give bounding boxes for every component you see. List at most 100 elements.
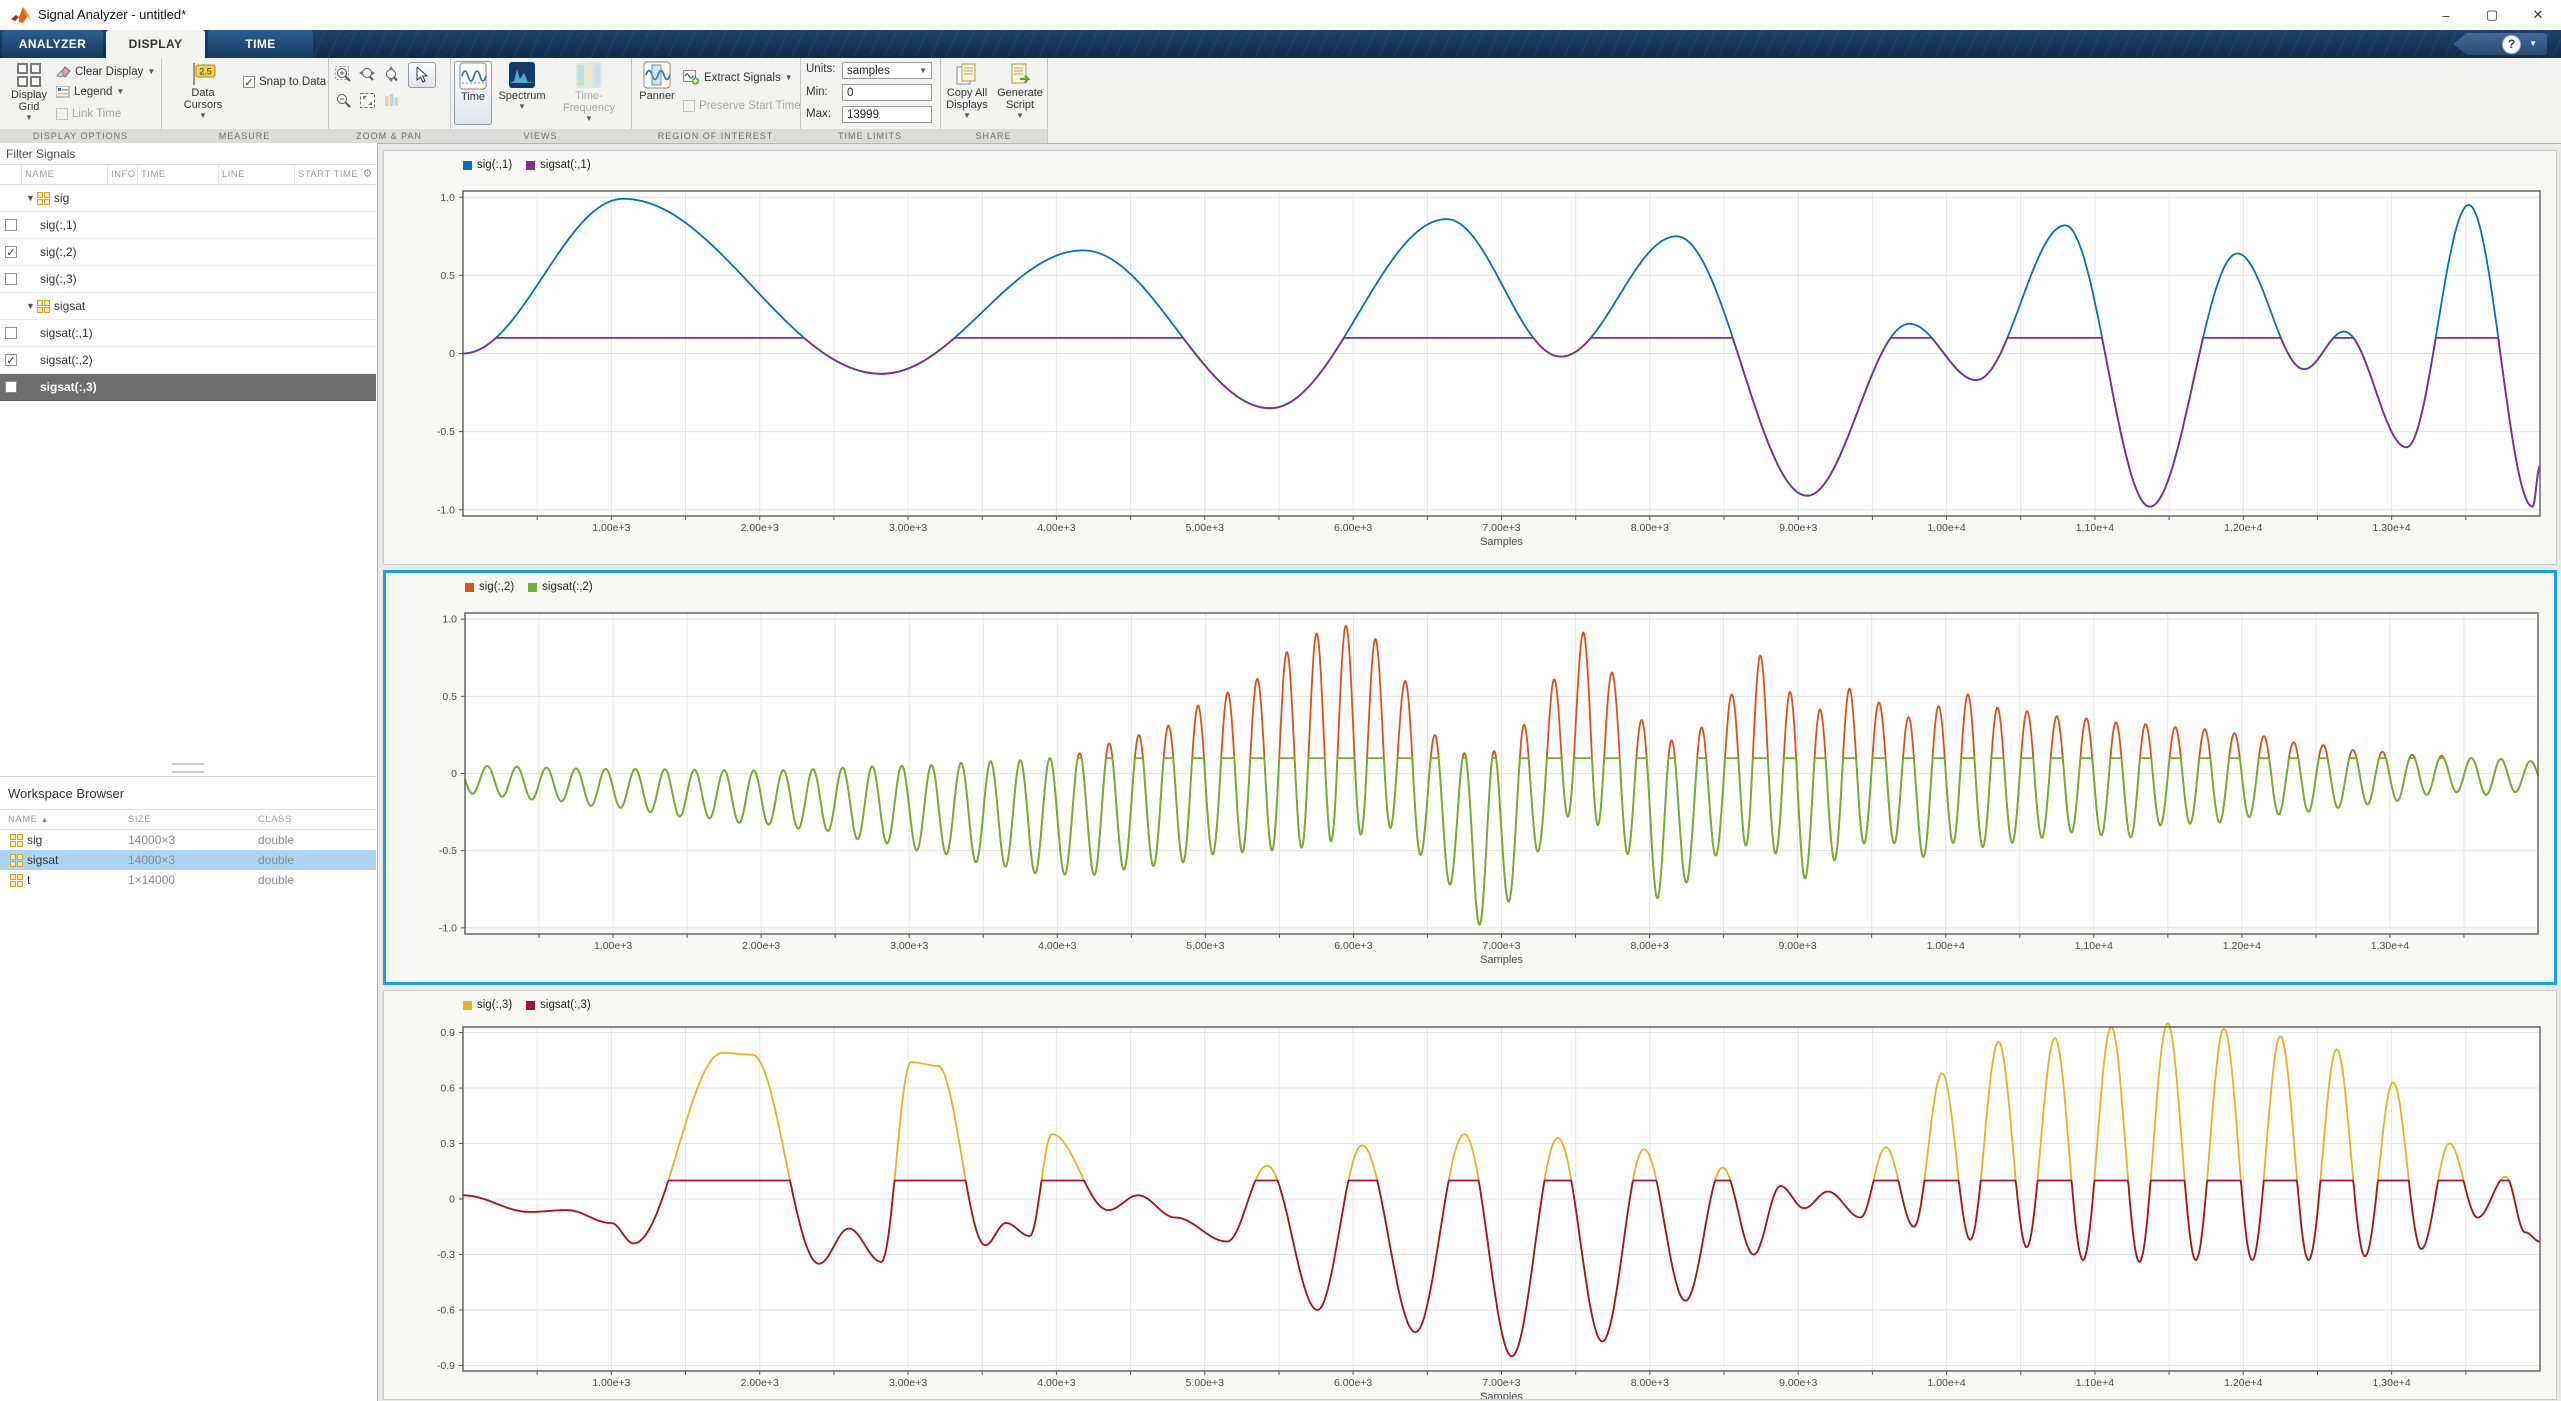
snap-to-data-checkbox-box[interactable]: ✓: [243, 76, 255, 88]
header-line[interactable]: LINE: [219, 165, 295, 184]
legend-entry[interactable]: sig(:,2): [465, 581, 514, 593]
snap-to-data-label: Snap to Data: [259, 76, 326, 88]
filter-signals-header: NAME INFO TIME LINE START TIME ⚙: [0, 164, 376, 185]
close-button[interactable]: ✕: [2515, 0, 2561, 30]
maximize-button[interactable]: ▢: [2469, 0, 2515, 30]
x-tick-label: 1.00e+3: [592, 1377, 630, 1389]
display-3-time-plot[interactable]: 0.90.60.30-0.3-0.6-0.91.00e+32.00e+33.00…: [383, 990, 2557, 1400]
expand-triangle-icon[interactable]: ▼: [26, 301, 35, 311]
extract-signals-button[interactable]: Extract Signals ▼: [683, 70, 793, 85]
x-tick-label: 6.00e+3: [1334, 1377, 1372, 1389]
section-label-views: VIEWS: [450, 129, 631, 143]
signal-visibility-checkbox[interactable]: [5, 273, 17, 285]
x-tick-label: 1.10e+4: [2075, 940, 2113, 952]
tab-time[interactable]: TIME: [208, 30, 313, 58]
time-view-button[interactable]: Time: [454, 61, 492, 125]
legend-entry[interactable]: sigsat(:,3): [526, 999, 591, 1011]
header-checkbox-col: [0, 165, 22, 184]
snap-to-data-checkbox[interactable]: ✓ Snap to Data: [243, 76, 326, 88]
pointer-tool-button[interactable]: [408, 62, 436, 88]
zoom-y-icon: [383, 66, 400, 83]
legend-label: sigsat(:,3): [540, 999, 591, 1011]
y-tick-label: -1.0: [439, 922, 457, 934]
tab-analyzer[interactable]: ANALYZER: [2, 30, 103, 58]
x-tick-label: 9.00e+3: [1779, 940, 1817, 952]
ws-header-size[interactable]: SIZE: [120, 814, 250, 825]
signal-row[interactable]: ✓ sig(:,2): [0, 239, 376, 266]
y-tick-label: 0: [449, 348, 455, 360]
x-tick-label: 7.00e+3: [1482, 1377, 1520, 1389]
fit-to-view-button[interactable]: [356, 90, 378, 111]
x-tick-label: 1.30e+4: [2373, 1377, 2411, 1389]
panel-splitter-handle[interactable]: [172, 763, 204, 773]
panner-button[interactable]: Panner: [637, 61, 677, 102]
min-input[interactable]: 0: [842, 84, 932, 101]
units-select[interactable]: samples ▼: [842, 62, 932, 79]
x-axis-label: Samples: [1480, 954, 1523, 966]
workspace-variable-row[interactable]: sigsat 14000×3 double: [0, 850, 376, 870]
expand-triangle-icon[interactable]: ▼: [26, 193, 35, 203]
copy-all-displays-button[interactable]: Copy All Displays ▼: [942, 62, 992, 120]
display-2-time-plot[interactable]: 1.00.50-0.5-1.01.00e+32.00e+33.00e+34.00…: [383, 570, 2557, 985]
time-waveform-icon: [459, 62, 487, 90]
workspace-browser-header: NAME ▲ SIZE CLASS: [0, 809, 376, 830]
spectrum-view-button[interactable]: Spectrum ▼: [496, 61, 548, 111]
header-name[interactable]: NAME: [22, 165, 108, 184]
legend-entry[interactable]: sigsat(:,1): [526, 159, 591, 171]
copy-documents-icon: [955, 62, 979, 86]
window-title: Signal Analyzer - untitled*: [38, 7, 186, 22]
tab-display[interactable]: DISPLAY: [106, 30, 205, 58]
workspace-variable-row[interactable]: sig 14000×3 double: [0, 830, 376, 850]
generate-script-button[interactable]: Generate Script ▼: [995, 62, 1045, 120]
zoom-x-button[interactable]: [356, 64, 378, 85]
legend-entry[interactable]: sig(:,3): [463, 999, 512, 1011]
signal-row[interactable]: ✓ sigsat(:,2): [0, 347, 376, 374]
max-value: 13999: [847, 109, 879, 121]
ws-header-class[interactable]: CLASS: [250, 814, 376, 825]
signal-visibility-checkbox[interactable]: [5, 327, 17, 339]
signal-group-row[interactable]: ▼ sig: [0, 185, 376, 212]
chevron-down-icon: ▼: [25, 114, 33, 122]
zoom-out-button[interactable]: [332, 90, 354, 111]
y-tick-label: -0.9: [437, 1360, 455, 1372]
legend-swatch: [465, 583, 474, 592]
y-tick-label: 0.3: [440, 1138, 455, 1150]
zoom-y-button[interactable]: [380, 64, 402, 85]
data-cursors-label: Data Cursors: [175, 87, 231, 111]
chevron-down-icon: ▼: [585, 115, 593, 123]
signal-visibility-checkbox[interactable]: ✓: [5, 246, 17, 258]
x-tick-label: 1.20e+4: [2224, 522, 2262, 534]
ribbon: Display Grid ▼ Clear Display ▼ Legend ▼ …: [0, 58, 2561, 144]
help-button[interactable]: ? ▼: [2453, 33, 2547, 55]
signal-row[interactable]: sig(:,3): [0, 266, 376, 293]
pointer-arrow-icon: [415, 67, 429, 83]
extract-signals-icon: [683, 70, 700, 85]
signal-group-row[interactable]: ▼ sigsat: [0, 293, 376, 320]
signal-row[interactable]: sigsat(:,1): [0, 320, 376, 347]
signal-visibility-checkbox[interactable]: ✓: [5, 354, 17, 366]
x-tick-label: 5.00e+3: [1186, 940, 1224, 952]
gear-icon[interactable]: ⚙: [363, 165, 373, 184]
header-time[interactable]: TIME: [138, 165, 219, 184]
chevron-down-icon: ▼: [919, 67, 927, 75]
clear-display-button[interactable]: Clear Display ▼: [56, 65, 155, 78]
max-input[interactable]: 13999: [842, 106, 932, 123]
signal-visibility-checkbox[interactable]: [5, 219, 17, 231]
workspace-variable-row[interactable]: t 1×14000 double: [0, 870, 376, 890]
display-1-time-plot[interactable]: 1.00.50-0.5-1.01.00e+32.00e+33.00e+34.00…: [383, 150, 2557, 565]
signal-row[interactable]: sigsat(:,3): [0, 374, 376, 401]
display-grid-button[interactable]: Display Grid ▼: [6, 62, 52, 122]
signal-visibility-checkbox[interactable]: [5, 381, 17, 393]
legend-entry[interactable]: sig(:,1): [463, 159, 512, 171]
copy-all-displays-label: Copy All Displays: [942, 87, 992, 111]
zoom-in-button[interactable]: [332, 64, 354, 85]
chevron-down-icon: ▼: [963, 112, 971, 120]
minimize-button[interactable]: –: [2423, 0, 2469, 30]
header-start-time[interactable]: START TIME ⚙: [295, 165, 376, 184]
legend-entry[interactable]: sigsat(:,2): [528, 581, 593, 593]
data-cursors-button[interactable]: 2.5 Data Cursors ▼: [175, 62, 231, 120]
header-info[interactable]: INFO: [108, 165, 138, 184]
signal-row[interactable]: sig(:,1): [0, 212, 376, 239]
ws-header-name[interactable]: NAME ▲: [0, 814, 120, 825]
legend-button[interactable]: Legend ▼: [56, 86, 124, 98]
